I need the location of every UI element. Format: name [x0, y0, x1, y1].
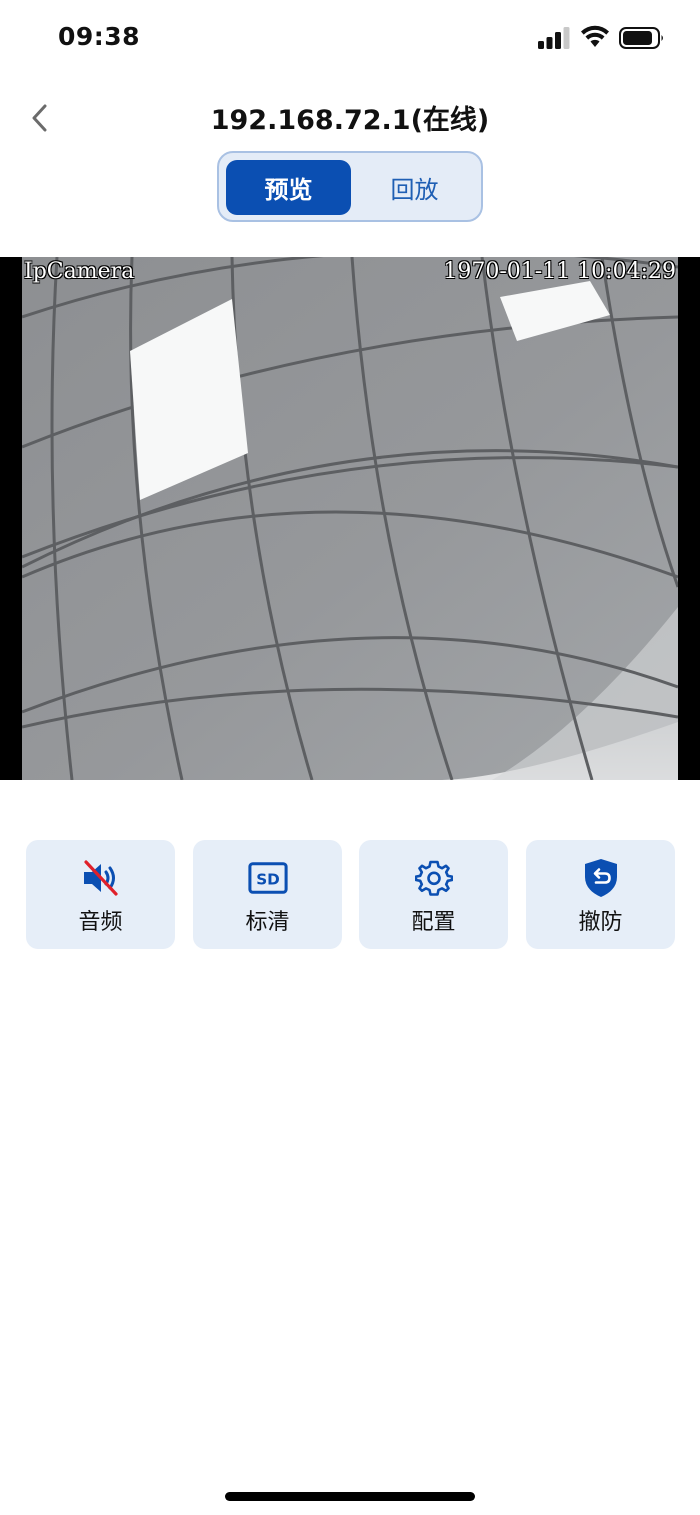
settings-button[interactable]: 配置 — [359, 840, 508, 949]
wifi-icon — [581, 25, 609, 47]
status-time: 09:38 — [58, 22, 141, 51]
shield-disarm-icon — [581, 859, 621, 897]
tab-preview[interactable]: 预览 — [226, 160, 351, 215]
tab-playback[interactable]: 回放 — [352, 160, 477, 215]
sd-quality-icon: SD — [247, 859, 288, 897]
video-osd-name: IpCamera — [24, 259, 135, 284]
speaker-muted-icon — [81, 859, 121, 897]
disarm-label: 撤防 — [578, 910, 623, 935]
audio-label: 音频 — [78, 910, 123, 935]
view-mode-tabs: 预览 回放 — [217, 151, 483, 222]
home-indicator[interactable] — [225, 1492, 475, 1501]
quality-button[interactable]: SD 标清 — [193, 840, 342, 949]
camera-controls: 音频 SD 标清 配置 撤防 — [26, 840, 676, 949]
gear-icon — [414, 859, 454, 897]
audio-button[interactable]: 音频 — [26, 840, 175, 949]
camera-video-feed[interactable]: IpCamera 1970-01-11 10:04:29 — [0, 257, 700, 780]
video-osd-timestamp: 1970-01-11 10:04:29 — [443, 259, 676, 284]
battery-icon — [619, 27, 663, 49]
page-title: 192.168.72.1(在线) — [210, 105, 490, 136]
signal-icon — [538, 27, 570, 49]
svg-text:SD: SD — [256, 871, 280, 889]
chevron-left-icon — [32, 104, 47, 132]
status-bar: 09:38 — [0, 0, 700, 76]
back-button[interactable] — [24, 100, 54, 136]
quality-label: 标清 — [245, 910, 290, 935]
video-frame — [22, 257, 678, 780]
disarm-button[interactable]: 撤防 — [526, 840, 675, 949]
settings-label: 配置 — [411, 910, 456, 935]
